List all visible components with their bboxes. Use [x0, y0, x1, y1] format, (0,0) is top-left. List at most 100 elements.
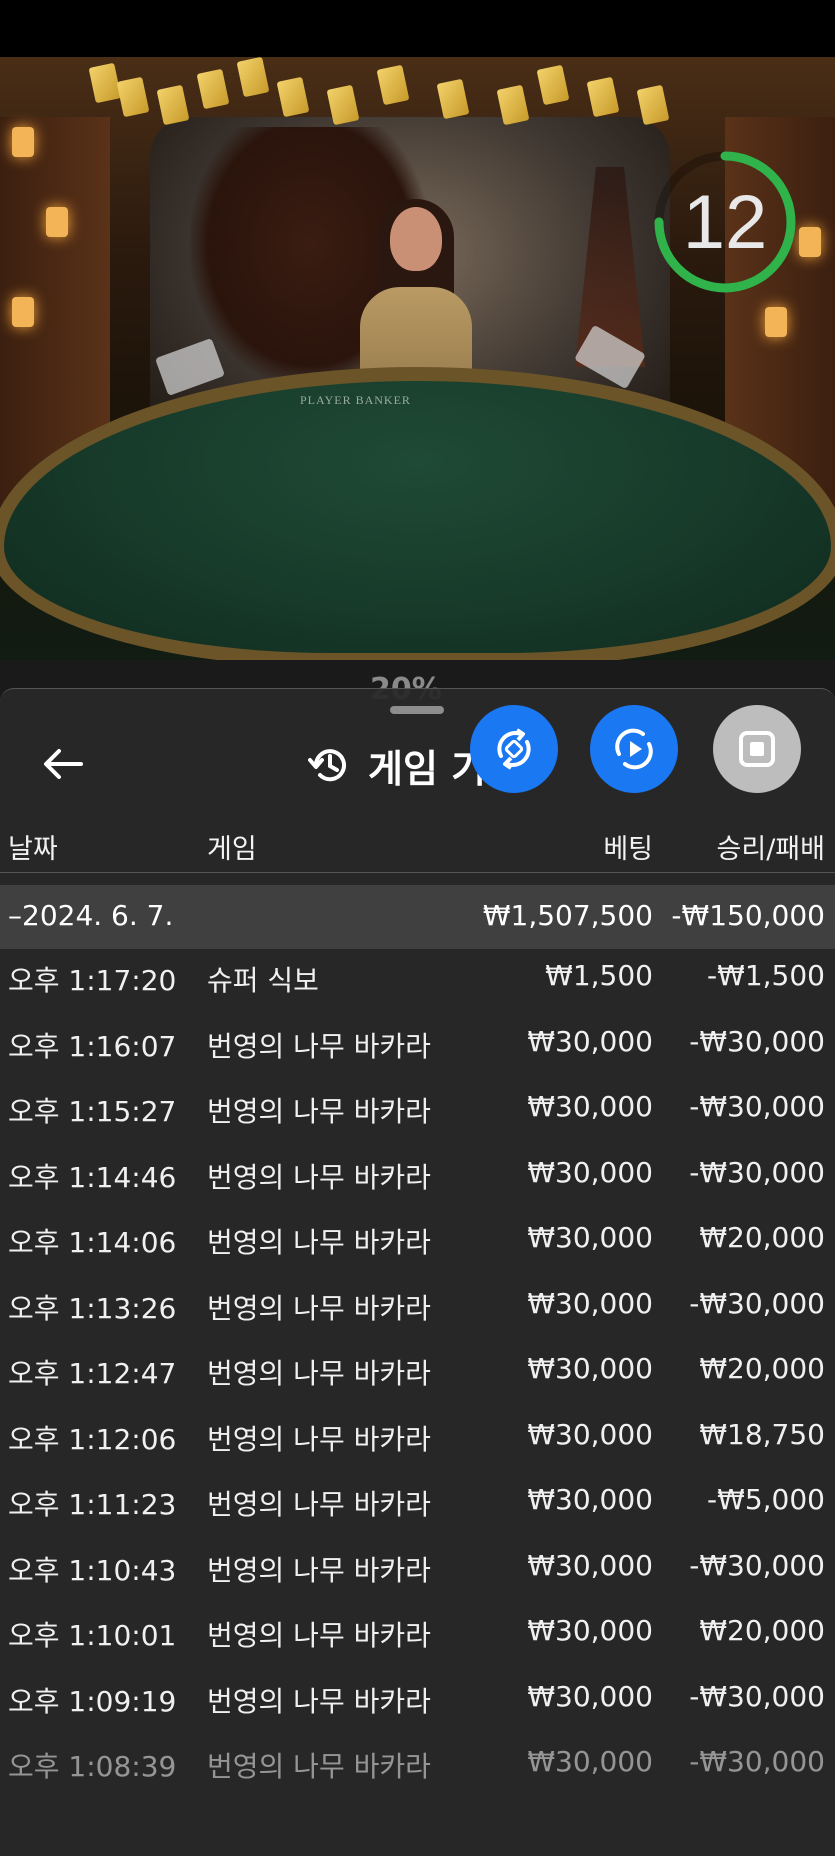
- row-time: 오후 1:13:26: [8, 1291, 177, 1325]
- lantern-icon: [46, 207, 68, 237]
- card-decoration: [156, 84, 190, 126]
- stop-icon: [739, 731, 775, 767]
- row-result: ₩18,750: [699, 1417, 825, 1451]
- card-decoration: [276, 76, 310, 118]
- row-game: 번영의 나무 바카라: [207, 1160, 431, 1194]
- row-result: -₩1,500: [707, 959, 825, 992]
- live-dealer-video: PLAYER BANKER 12: [0, 57, 835, 697]
- row-result: -₩30,000: [689, 1548, 825, 1582]
- row-time: 오후 1:09:19: [8, 1684, 177, 1718]
- table-row[interactable]: 오후 1:16:07 번영의 나무 바카라 ₩30,000 -₩30,000: [0, 1013, 835, 1073]
- timer-value: 12: [682, 179, 768, 265]
- table-label: PLAYER BANKER: [300, 393, 411, 407]
- column-result: 승리/패배: [716, 834, 825, 865]
- row-bet: ₩30,000: [527, 1483, 653, 1516]
- card-decoration: [236, 57, 270, 98]
- row-bet: ₩1,500: [545, 959, 653, 992]
- card-decoration: [536, 64, 570, 106]
- lantern-icon: [12, 297, 34, 327]
- row-bet: ₩30,000: [527, 1024, 653, 1058]
- table-row[interactable]: 오후 1:12:06 번영의 나무 바카라 ₩30,000 ₩18,750: [0, 1406, 835, 1466]
- row-bet: ₩30,000: [527, 1614, 653, 1647]
- back-button[interactable]: [40, 741, 86, 787]
- row-time: 오후 1:14:06: [8, 1226, 177, 1259]
- card-decoration: [436, 78, 470, 120]
- table-row[interactable]: 오후 1:10:43 번영의 나무 바카라 ₩30,000 -₩30,000: [0, 1537, 835, 1597]
- table-row[interactable]: 오후 1:14:46 번영의 나무 바카라 ₩30,000 -₩30,000: [0, 1144, 835, 1204]
- row-game: 번영의 나무 바카라: [207, 1553, 431, 1587]
- history-icon: [308, 749, 346, 782]
- row-result: -₩30,000: [689, 1745, 825, 1778]
- row-time: 오후 1:12:47: [8, 1357, 177, 1390]
- date-group-row[interactable]: –2024. 6. 7. ₩1,507,500 -₩150,000: [0, 885, 835, 949]
- column-date: 날짜: [8, 834, 58, 865]
- status-bar: [0, 0, 835, 57]
- group-date: –2024. 6. 7.: [8, 899, 174, 932]
- lantern-icon: [765, 307, 787, 337]
- card-decoration: [116, 76, 150, 118]
- row-game: 번영의 나무 바카라: [207, 1422, 431, 1456]
- row-game: 번영의 나무 바카라: [207, 1291, 431, 1325]
- row-result: -₩30,000: [689, 1155, 825, 1189]
- card-decoration: [196, 68, 230, 110]
- lantern-icon: [799, 227, 821, 257]
- row-bet: ₩30,000: [527, 1090, 653, 1123]
- row-bet: ₩30,000: [527, 1417, 653, 1451]
- row-result: -₩30,000: [689, 1090, 825, 1123]
- row-bet: ₩30,000: [527, 1221, 653, 1254]
- row-game: 번영의 나무 바카라: [207, 1619, 431, 1652]
- row-time: 오후 1:14:46: [8, 1160, 177, 1194]
- row-game: 번영의 나무 바카라: [207, 1357, 431, 1390]
- row-time: 오후 1:12:06: [8, 1422, 177, 1456]
- group-total-result: -₩150,000: [671, 899, 825, 932]
- arrow-left-icon: [44, 749, 83, 779]
- row-bet: ₩30,000: [527, 1548, 653, 1582]
- panel-title-text: 게임 기: [368, 746, 487, 791]
- table-row[interactable]: 오후 1:10:01 번영의 나무 바카라 ₩30,000 ₩20,000: [0, 1602, 835, 1662]
- row-result: ₩20,000: [699, 1352, 825, 1385]
- row-result: -₩5,000: [707, 1483, 825, 1516]
- row-result: -₩30,000: [689, 1679, 825, 1713]
- row-time: 오후 1:15:27: [8, 1095, 177, 1128]
- row-time: 오후 1:10:01: [8, 1619, 177, 1652]
- table-row[interactable]: 오후 1:13:26 번영의 나무 바카라 ₩30,000 -₩30,000: [0, 1275, 835, 1335]
- table-row[interactable]: 오후 1:11:23 번영의 나무 바카라 ₩30,000 -₩5,000: [0, 1471, 835, 1531]
- card-decoration: [376, 64, 410, 106]
- row-time: 오후 1:10:43: [8, 1553, 177, 1587]
- table-row[interactable]: 오후 1:09:19 번영의 나무 바카라 ₩30,000 -₩30,000: [0, 1668, 835, 1728]
- table-row[interactable]: 오후 1:12:47 번영의 나무 바카라 ₩30,000 ₩20,000: [0, 1340, 835, 1400]
- table-row[interactable]: 오후 1:08:39 번영의 나무 바카라 ₩30,000 -₩30,000: [0, 1733, 835, 1793]
- row-result: ₩20,000: [699, 1614, 825, 1647]
- row-bet: ₩30,000: [527, 1745, 653, 1778]
- row-result: -₩30,000: [689, 1024, 825, 1058]
- column-bet: 베팅: [603, 834, 653, 865]
- card-decoration: [586, 76, 620, 118]
- group-total-bet: ₩1,507,500: [482, 899, 653, 932]
- row-result: ₩20,000: [699, 1221, 825, 1254]
- swap-view-icon: [497, 728, 531, 770]
- countdown-timer: 12: [650, 147, 800, 297]
- table-row[interactable]: 오후 1:17:20 슈퍼 식보 ₩1,500 -₩1,500: [0, 947, 835, 1007]
- row-time: 오후 1:16:07: [8, 1029, 177, 1063]
- panel-title: 게임 기: [308, 737, 486, 793]
- row-game: 번영의 나무 바카라: [207, 1095, 431, 1128]
- row-time: 오후 1:11:23: [8, 1488, 177, 1521]
- lantern-icon: [12, 127, 34, 157]
- row-bet: ₩30,000: [527, 1286, 653, 1320]
- drag-handle[interactable]: [390, 706, 444, 714]
- row-game: 번영의 나무 바카라: [207, 1029, 431, 1063]
- replay-button[interactable]: [590, 705, 678, 793]
- row-bet: ₩30,000: [527, 1352, 653, 1385]
- baccarat-table: [0, 367, 835, 667]
- table-row[interactable]: 오후 1:14:06 번영의 나무 바카라 ₩30,000 ₩20,000: [0, 1209, 835, 1269]
- column-game: 게임: [207, 834, 257, 865]
- table-row[interactable]: 오후 1:15:27 번영의 나무 바카라 ₩30,000 -₩30,000: [0, 1078, 835, 1138]
- row-result: -₩30,000: [689, 1286, 825, 1320]
- stop-button[interactable]: [713, 705, 801, 793]
- table-header: 날짜 게임 베팅 승리/패배: [0, 817, 835, 873]
- row-game: 번영의 나무 바카라: [207, 1750, 431, 1783]
- row-time: 오후 1:08:39: [8, 1750, 177, 1783]
- swap-view-button[interactable]: [470, 705, 558, 793]
- row-game: 번영의 나무 바카라: [207, 1226, 431, 1259]
- row-game: 슈퍼 식보: [207, 964, 319, 997]
